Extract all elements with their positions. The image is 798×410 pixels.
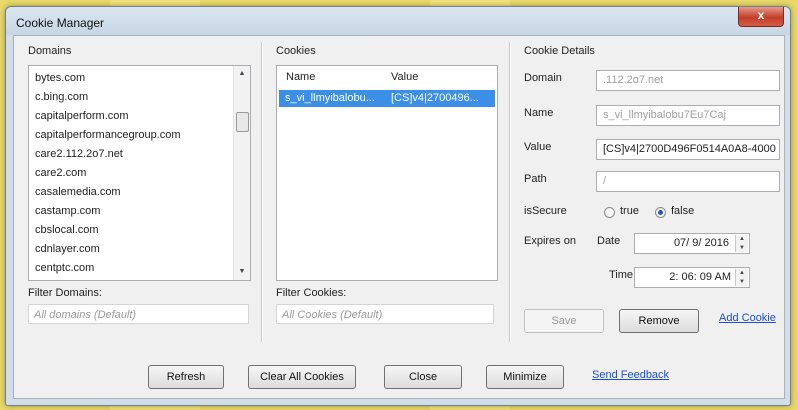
domains-list-items: bytes.com c.bing.com capitalperform.com … — [29, 66, 250, 278]
domain-item[interactable]: cbslocal.com — [29, 221, 250, 240]
send-feedback-link[interactable]: Send Feedback — [592, 369, 669, 381]
scroll-down-icon[interactable]: ▼ — [234, 264, 250, 280]
domain-field[interactable]: .112.2o7.net — [596, 70, 780, 91]
date-value: 07/ 9/ 2016 — [673, 237, 729, 249]
column-header-value[interactable]: Value — [391, 71, 418, 83]
path-label: Path — [524, 173, 547, 185]
date-picker[interactable]: 07/ 9/ 2016 ▲ ▼ — [634, 233, 750, 254]
cookie-row-value: [CS]v4|2700496... — [391, 92, 479, 104]
close-button[interactable]: Close — [384, 365, 462, 389]
cookies-list-header: Name Value — [277, 66, 497, 88]
spin-down-icon[interactable]: ▼ — [736, 244, 748, 253]
domain-item[interactable]: capitalperformancegroup.com — [29, 126, 250, 145]
cookies-group-label: Cookies — [276, 45, 316, 57]
scroll-up-icon[interactable]: ▲ — [234, 66, 250, 82]
domain-item[interactable]: bytes.com — [29, 69, 250, 88]
filter-cookies-input[interactable]: All Cookies (Default) — [276, 304, 494, 324]
domain-item[interactable]: care2.112.2o7.net — [29, 145, 250, 164]
domain-item[interactable]: c.bing.com — [29, 88, 250, 107]
domain-item[interactable]: centptc.com — [29, 259, 250, 278]
spin-up-icon[interactable]: ▲ — [736, 235, 748, 244]
clear-all-cookies-button[interactable]: Clear All Cookies — [248, 365, 356, 389]
separator — [261, 42, 263, 342]
date-label: Date — [597, 235, 621, 247]
title-bar[interactable]: Cookie Manager x — [6, 7, 790, 35]
client-area: Domains bytes.com c.bing.com capitalperf… — [13, 35, 785, 399]
expires-on-label: Expires on — [524, 235, 576, 247]
minimize-button[interactable]: Minimize — [486, 365, 564, 389]
name-field[interactable]: s_vi_llmyibalobu7Eu7Caj — [596, 105, 780, 126]
domain-item[interactable]: cdnlayer.com — [29, 240, 250, 259]
domains-group-label: Domains — [28, 45, 72, 57]
separator — [509, 42, 511, 342]
cookies-list[interactable]: Name Value s_vi_llmyibalobu... [CS]v4|27… — [276, 65, 498, 281]
cookie-manager-window: Cookie Manager x Domains bytes.com c.bin… — [5, 6, 791, 406]
issecure-true-label[interactable]: true — [620, 205, 639, 217]
domain-item[interactable]: capitalperform.com — [29, 107, 250, 126]
date-spinner[interactable]: ▲ ▼ — [735, 235, 748, 252]
time-picker[interactable]: 2: 06: 09 AM ▲ ▼ — [634, 267, 750, 288]
value-label: Value — [524, 141, 552, 153]
refresh-button[interactable]: Refresh — [148, 365, 224, 389]
filter-cookies-label: Filter Cookies: — [276, 287, 347, 299]
domain-item[interactable]: castamp.com — [29, 202, 250, 221]
spin-down-icon[interactable]: ▼ — [736, 278, 748, 287]
window-close-button[interactable]: x — [738, 7, 784, 27]
time-value: 2: 06: 09 AM — [669, 271, 731, 283]
time-label: Time — [609, 269, 634, 281]
domains-scrollbar[interactable]: ▲ ▼ — [233, 66, 250, 280]
spin-up-icon[interactable]: ▲ — [736, 269, 748, 278]
cookie-details-group-label: Cookie Details — [524, 45, 595, 57]
issecure-false-label[interactable]: false — [671, 205, 694, 217]
domain-item[interactable]: casalemedia.com — [29, 183, 250, 202]
column-header-name[interactable]: Name — [286, 71, 315, 83]
issecure-false-radio[interactable] — [655, 207, 666, 218]
domains-list[interactable]: bytes.com c.bing.com capitalperform.com … — [28, 65, 251, 281]
add-cookie-link[interactable]: Add Cookie — [719, 312, 776, 324]
value-field[interactable]: [CS]v4|2700D496F0514A0A8-4000 — [596, 139, 780, 160]
remove-button[interactable]: Remove — [619, 309, 699, 333]
domain-label: Domain — [524, 72, 562, 84]
name-label: Name — [524, 107, 554, 119]
path-field[interactable]: / — [596, 171, 780, 192]
filter-domains-label: Filter Domains: — [28, 287, 102, 299]
issecure-label: isSecure — [524, 205, 567, 217]
cookie-row-name: s_vi_llmyibalobu... — [285, 92, 375, 104]
cookie-row[interactable]: s_vi_llmyibalobu... [CS]v4|2700496... — [279, 90, 495, 107]
scroll-thumb[interactable] — [236, 112, 249, 132]
issecure-true-radio[interactable] — [604, 207, 615, 218]
window-title: Cookie Manager — [16, 16, 105, 30]
domain-item[interactable]: care2.com — [29, 164, 250, 183]
filter-domains-input[interactable]: All domains (Default) — [28, 304, 249, 324]
time-spinner[interactable]: ▲ ▼ — [735, 269, 748, 286]
save-button[interactable]: Save — [524, 309, 604, 333]
